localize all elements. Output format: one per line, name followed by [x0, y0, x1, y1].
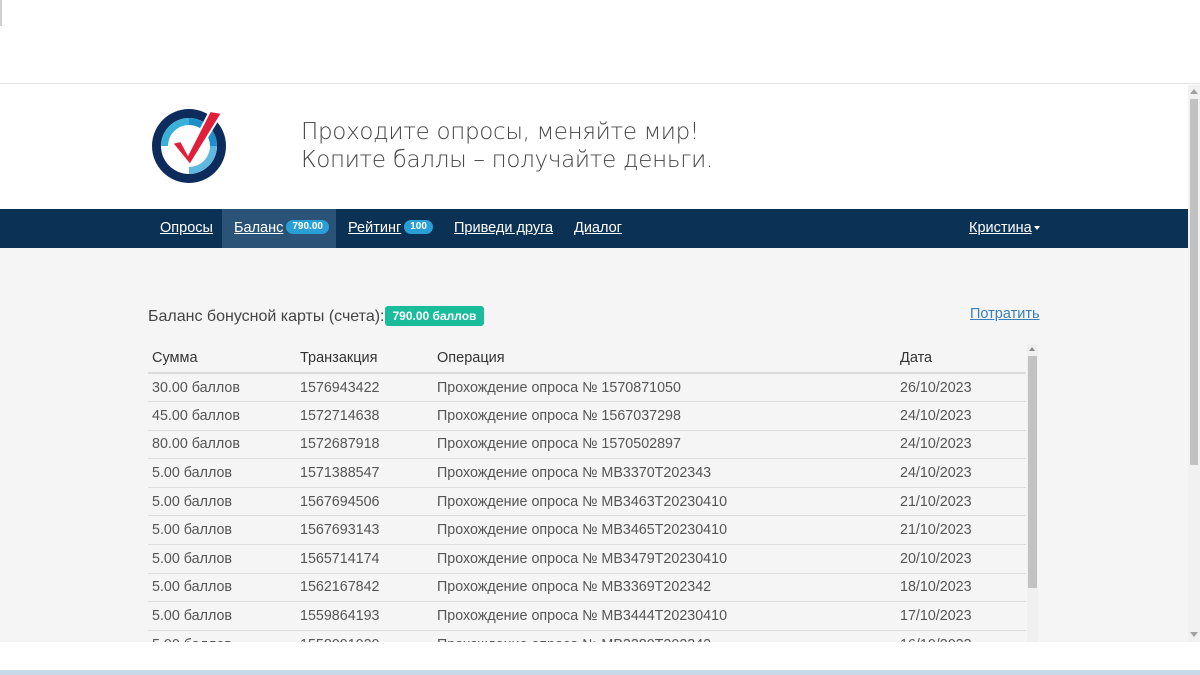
window-edge — [0, 0, 2, 26]
cell-transaction: 1558091020 — [296, 630, 433, 642]
table-row: 5.00 баллов 1559864193 Прохождение опроса … — [148, 601, 1026, 631]
cell-date: 18/10/2023 — [896, 573, 1026, 603]
header-amount: Сумма — [148, 344, 296, 374]
nav-dialog[interactable]: Диалог — [562, 209, 634, 248]
scroll-down-icon[interactable] — [1190, 632, 1198, 637]
spend-link[interactable]: Потратить — [970, 306, 1040, 322]
cell-amount: 5.00 баллов — [148, 544, 296, 574]
scroll-up-icon[interactable] — [1190, 89, 1198, 94]
cell-transaction: 1562167842 — [296, 573, 433, 603]
nav-refer-friend-label: Приведи друга — [454, 220, 554, 236]
cell-transaction: 1572714638 — [296, 401, 433, 431]
cell-transaction: 1565714174 — [296, 544, 433, 574]
header-operation: Операция — [433, 344, 896, 374]
cell-amount: 5.00 баллов — [148, 487, 296, 517]
header-date: Дата — [896, 344, 1026, 374]
cell-date: 20/10/2023 — [896, 544, 1026, 574]
cell-transaction: 1572687918 — [296, 430, 433, 460]
table-row: 80.00 баллов 1572687918 Прохождение опроса… — [148, 430, 1026, 460]
table-row: 5.00 баллов 1565714174 Прохождение опроса … — [148, 544, 1026, 574]
balance-line: Баланс бонусной карты (счета): 790.00 бал… — [148, 306, 485, 327]
transactions-table: Сумма Транзакция Операция Дата 30.00 бал… — [148, 344, 1026, 642]
cell-date: 24/10/2023 — [896, 458, 1026, 488]
cell-transaction: 1576943422 — [296, 373, 433, 403]
cell-date: 21/10/2023 — [896, 487, 1026, 517]
cell-date: 24/10/2023 — [896, 401, 1026, 431]
logo-checkmark-icon — [152, 109, 226, 183]
transactions-table-wrap: Сумма Транзакция Операция Дата 30.00 бал… — [148, 344, 1038, 642]
cell-date: 26/10/2023 — [896, 373, 1026, 403]
cell-transaction: 1559864193 — [296, 601, 433, 631]
cell-operation: Прохождение опроса № MB3380T202342 — [433, 630, 896, 642]
nav-rating[interactable]: Рейтинг 100 — [336, 209, 445, 248]
nav-refer-friend[interactable]: Приведи друга — [442, 209, 565, 248]
page-viewport: Проходите опросы, меняйте мир! Копите ба… — [0, 85, 1188, 642]
cell-amount: 5.00 баллов — [148, 573, 296, 603]
header-transaction: Транзакция — [296, 344, 433, 374]
taskbar — [0, 670, 1200, 675]
table-header-row: Сумма Транзакция Операция Дата — [148, 344, 1026, 374]
nav-balance-label: Баланс — [234, 220, 284, 236]
cell-date: 17/10/2023 — [896, 601, 1026, 631]
user-menu[interactable]: Кристина — [957, 209, 1052, 248]
cell-operation: Прохождение опроса № MB3370T202343 — [433, 458, 896, 488]
cell-operation: Прохождение опроса № MB3479T20230410 — [433, 544, 896, 574]
table-scrollbar[interactable] — [1027, 344, 1038, 642]
cell-amount: 5.00 баллов — [148, 630, 296, 642]
cell-amount: 5.00 баллов — [148, 601, 296, 631]
main-navbar: Опросы Баланс 790.00 Рейтинг 100 Приведи д… — [0, 209, 1188, 248]
cell-operation: Прохождение опроса № MB3444T20230410 — [433, 601, 896, 631]
cell-date: 24/10/2023 — [896, 430, 1026, 460]
balance-label: Баланс бонусной карты (счета): — [148, 308, 385, 326]
nav-balance[interactable]: Баланс 790.00 — [222, 209, 336, 248]
browser-top-area — [0, 0, 1200, 84]
nav-rating-badge: 100 — [404, 220, 433, 235]
site-header: Проходите опросы, меняйте мир! Копите ба… — [0, 85, 1188, 209]
cell-amount: 80.00 баллов — [148, 430, 296, 460]
nav-surveys-label: Опросы — [160, 220, 213, 236]
logo[interactable] — [150, 105, 230, 185]
table-row: 5.00 баллов 1567694506 Прохождение опроса … — [148, 487, 1026, 517]
cell-amount: 5.00 баллов — [148, 458, 296, 488]
cell-operation: Прохождение опроса № 1570502897 — [433, 430, 896, 460]
cell-operation: Прохождение опроса № 1570871050 — [433, 373, 896, 403]
cell-operation: Прохождение опроса № MB3369T202342 — [433, 573, 896, 603]
caret-down-icon — [1033, 226, 1040, 231]
tagline-line-1: Проходите опросы, меняйте мир! — [301, 119, 699, 145]
cell-transaction: 1567694506 — [296, 487, 433, 517]
nav-surveys[interactable]: Опросы — [148, 209, 225, 248]
bottom-area — [0, 642, 1200, 675]
table-row: 5.00 баллов 1571388547 Прохождение опроса … — [148, 458, 1026, 488]
cell-transaction: 1571388547 — [296, 458, 433, 488]
page-scrollbar-thumb[interactable] — [1190, 99, 1198, 465]
cell-date: 21/10/2023 — [896, 515, 1026, 546]
cell-transaction: 1567693143 — [296, 515, 433, 546]
cell-date: 16/10/2023 — [896, 630, 1026, 642]
table-row: 5.00 баллов 1567693143 Прохождение опроса … — [148, 515, 1026, 546]
nav-dialog-label: Диалог — [574, 220, 622, 236]
user-name: Кристина — [969, 220, 1032, 236]
cell-operation: Прохождение опроса № 1567037298 — [433, 401, 896, 431]
nav-rating-label: Рейтинг — [348, 220, 402, 236]
cell-amount: 45.00 баллов — [148, 401, 296, 431]
page-scrollbar[interactable] — [1188, 85, 1200, 642]
cell-amount: 30.00 баллов — [148, 373, 296, 403]
nav-balance-badge: 790.00 — [286, 220, 329, 235]
table-row: 5.00 баллов1558091020Прохождение опроса … — [148, 630, 1026, 642]
cell-operation: Прохождение опроса № MB3465T20230410 — [433, 515, 896, 546]
table-row: 30.00 баллов 1576943422 Прохождение опроса… — [148, 373, 1026, 403]
table-scrollbar-thumb[interactable] — [1028, 356, 1037, 588]
table-row: 45.00 баллов 1572714638 Прохождение опроса… — [148, 401, 1026, 431]
tagline-line-2: Копите баллы – получайте деньги. — [301, 147, 713, 173]
balance-badge: 790.00 баллов — [384, 306, 485, 326]
table-row: 5.00 баллов 1562167842 Прохождение опроса … — [148, 573, 1026, 603]
tagline: Проходите опросы, меняйте мир! Копите ба… — [301, 118, 713, 174]
scroll-up-icon[interactable] — [1029, 347, 1035, 351]
cell-operation: Прохождение опроса № MB3463T20230410 — [433, 487, 896, 517]
cell-amount: 5.00 баллов — [148, 515, 296, 546]
